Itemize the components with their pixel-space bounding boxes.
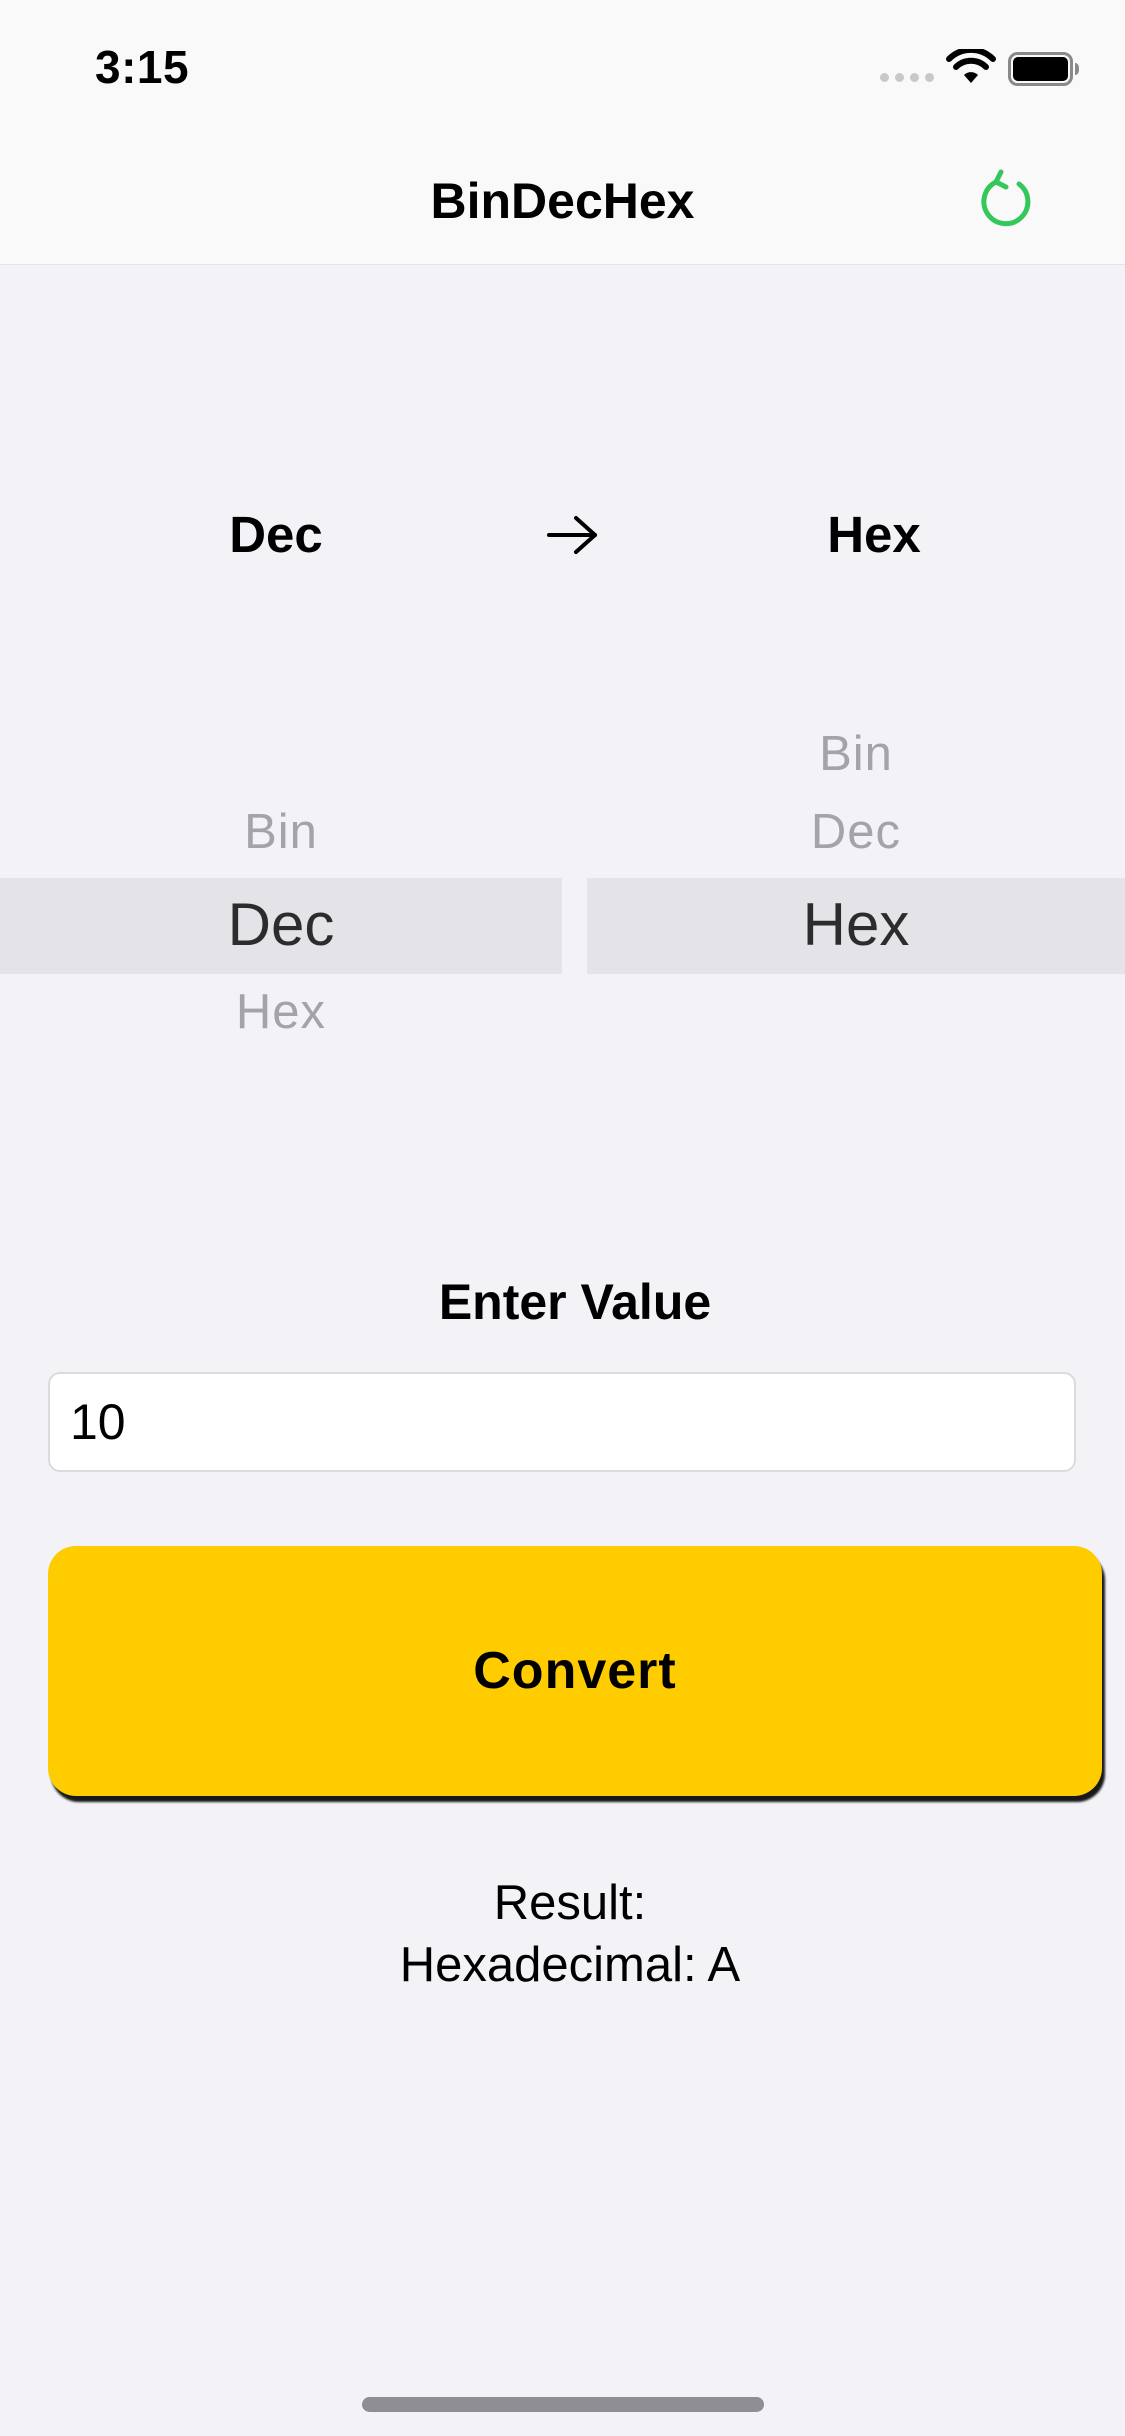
battery-icon bbox=[1008, 52, 1079, 86]
picker-option-dec[interactable]: Dec bbox=[587, 804, 1125, 860]
status-time: 3:15 bbox=[95, 41, 190, 93]
picker-option-dec-selected[interactable]: Dec bbox=[0, 890, 562, 959]
picker-option-hex[interactable]: Hex bbox=[0, 984, 562, 1040]
convert-button[interactable]: Convert bbox=[48, 1546, 1102, 1796]
wifi-icon bbox=[946, 49, 996, 83]
convert-button-label: Convert bbox=[473, 1642, 677, 1700]
result-value: Hexadecimal: A bbox=[399, 1938, 741, 1992]
from-base-label: Dec bbox=[229, 506, 323, 563]
enter-value-label: Enter Value bbox=[438, 1274, 712, 1330]
home-indicator[interactable] bbox=[362, 2397, 764, 2412]
picker-option-bin[interactable]: Bin bbox=[587, 726, 1125, 782]
page-title: BinDecHex bbox=[430, 173, 695, 229]
from-base-picker[interactable]: Bin Dec Hex bbox=[0, 700, 562, 1080]
value-input[interactable] bbox=[48, 1372, 1076, 1472]
arrow-right-icon bbox=[547, 516, 597, 554]
result-heading: Result: bbox=[493, 1876, 647, 1930]
cellular-signal-icon bbox=[880, 73, 934, 82]
refresh-icon[interactable] bbox=[975, 168, 1039, 232]
status-bar: 3:15 bbox=[0, 0, 1125, 132]
navigation-bar: BinDecHex bbox=[0, 132, 1125, 265]
to-base-picker[interactable]: Bin Dec Hex bbox=[587, 700, 1125, 1080]
result-block: Result: Hexadecimal: A bbox=[0, 1872, 1125, 1996]
picker-option-bin[interactable]: Bin bbox=[0, 804, 562, 860]
picker-option-hex-selected[interactable]: Hex bbox=[587, 890, 1125, 959]
to-base-label: Hex bbox=[827, 506, 921, 563]
